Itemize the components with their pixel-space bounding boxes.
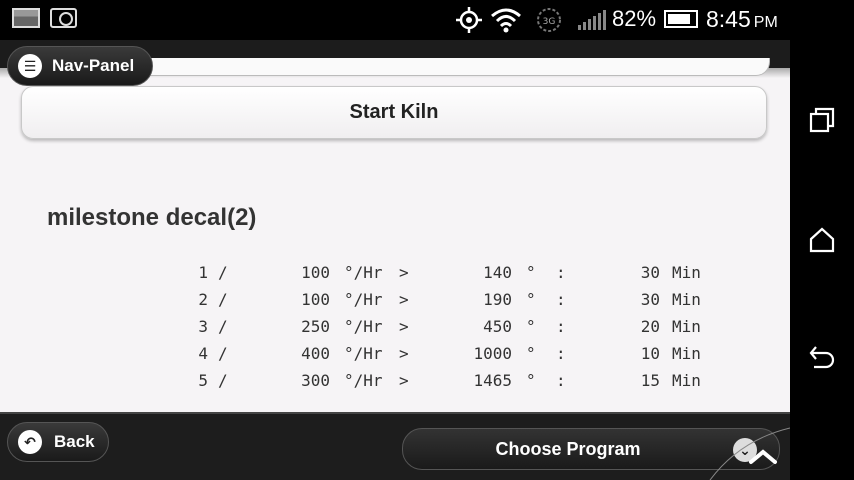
segment-hold: 15 bbox=[640, 371, 660, 390]
segment-rate: 300 bbox=[301, 371, 330, 390]
segment-colon: : bbox=[556, 344, 566, 363]
segment-hold-unit: Min bbox=[672, 290, 701, 309]
segment-rate-unit: °/Hr bbox=[344, 344, 383, 363]
segment-gt: > bbox=[399, 317, 409, 336]
segment-num: 1 bbox=[198, 263, 208, 282]
start-kiln-button[interactable]: Start Kiln bbox=[21, 86, 767, 139]
network-3g-icon: 3G bbox=[537, 8, 561, 32]
segment-deg: ° bbox=[526, 263, 536, 282]
network-label: 3G bbox=[543, 17, 556, 27]
clock-ampm: PM bbox=[753, 14, 778, 31]
segment-temp: 1465 bbox=[473, 371, 512, 390]
camera-icon bbox=[50, 8, 77, 28]
segment-hold-unit: Min bbox=[672, 317, 701, 336]
segment-rate-unit: °/Hr bbox=[344, 371, 383, 390]
menu-icon: ☰ bbox=[18, 54, 42, 78]
segment-gt: > bbox=[399, 263, 409, 282]
status-bar: 3G 82% 8:45 PM bbox=[0, 0, 790, 40]
signal-icon bbox=[578, 10, 606, 30]
battery-icon bbox=[664, 10, 698, 28]
segment-num: 2 bbox=[198, 290, 208, 309]
segment-rate: 100 bbox=[301, 263, 330, 282]
gallery-icon bbox=[12, 8, 40, 28]
recent-apps-icon[interactable] bbox=[808, 106, 836, 134]
segment-colon: : bbox=[556, 263, 566, 282]
gps-icon bbox=[456, 7, 482, 33]
segment-row: 5 / 300 °/Hr >1465 °: 15 Min bbox=[180, 368, 720, 395]
segment-rate-unit: °/Hr bbox=[344, 290, 383, 309]
segment-row: 3 / 250 °/Hr >450 °: 20 Min bbox=[180, 314, 720, 341]
segment-rate-unit: °/Hr bbox=[344, 317, 383, 336]
segment-row: 2 / 100 °/Hr >190 °: 30 Min bbox=[180, 287, 720, 314]
segment-deg: ° bbox=[526, 371, 536, 390]
segment-slash: / bbox=[218, 317, 228, 336]
nav-panel-button[interactable]: ☰ Nav-Panel bbox=[7, 46, 153, 86]
segment-hold: 10 bbox=[640, 344, 660, 363]
start-kiln-label: Start Kiln bbox=[349, 101, 439, 123]
segment-slash: / bbox=[218, 371, 228, 390]
segment-rate: 400 bbox=[301, 344, 330, 363]
choose-program-label: Choose Program bbox=[495, 438, 641, 459]
segment-num: 4 bbox=[198, 344, 208, 363]
segment-temp: 1000 bbox=[473, 344, 512, 363]
segment-slash: / bbox=[218, 290, 228, 309]
segment-row: 4 / 400 °/Hr >1000 °: 10 Min bbox=[180, 341, 720, 368]
segment-rate-unit: °/Hr bbox=[344, 263, 383, 282]
system-nav-bar bbox=[790, 0, 854, 480]
segment-hold-unit: Min bbox=[672, 344, 701, 363]
segment-temp: 140 bbox=[483, 263, 512, 282]
segment-gt: > bbox=[399, 344, 409, 363]
expand-up-icon[interactable] bbox=[745, 440, 781, 470]
segment-hold-unit: Min bbox=[672, 263, 701, 282]
segment-slash: / bbox=[218, 344, 228, 363]
nav-back-icon[interactable] bbox=[808, 344, 836, 372]
segment-temp: 190 bbox=[483, 290, 512, 309]
segment-slash: / bbox=[218, 263, 228, 282]
segment-hold: 30 bbox=[640, 290, 660, 309]
segment-deg: ° bbox=[526, 290, 536, 309]
segment-deg: ° bbox=[526, 317, 536, 336]
segment-temp: 450 bbox=[483, 317, 512, 336]
bottom-bar: ↶ Back Choose Program ⌄ bbox=[0, 412, 790, 480]
segment-rate: 250 bbox=[301, 317, 330, 336]
nav-panel-label: Nav-Panel bbox=[52, 56, 135, 75]
segment-hold: 20 bbox=[640, 317, 660, 336]
back-label: Back bbox=[54, 432, 95, 451]
segment-colon: : bbox=[556, 290, 566, 309]
segment-colon: : bbox=[556, 371, 566, 390]
segment-deg: ° bbox=[526, 344, 536, 363]
segment-num: 3 bbox=[198, 317, 208, 336]
clock: 8:45 PM bbox=[706, 6, 778, 33]
clock-time: 8:45 bbox=[706, 6, 751, 32]
segment-colon: : bbox=[556, 317, 566, 336]
segment-list: 1 / 100 °/Hr >140 °: 30 Min 2 / 100 °/Hr >190 °: 30 Min… bbox=[180, 260, 720, 395]
segment-rate: 100 bbox=[301, 290, 330, 309]
segment-gt: > bbox=[399, 290, 409, 309]
app-content: ☰ Nav-Panel Start Kiln milestone decal(2… bbox=[0, 40, 790, 480]
battery-percent: 82% bbox=[612, 6, 657, 31]
back-arrow-icon: ↶ bbox=[18, 430, 42, 454]
segment-hold: 30 bbox=[640, 263, 660, 282]
segment-gt: > bbox=[399, 371, 409, 390]
wifi-icon bbox=[491, 8, 521, 33]
home-icon[interactable] bbox=[808, 226, 836, 254]
program-title: milestone decal(2) bbox=[47, 204, 257, 231]
segment-row: 1 / 100 °/Hr >140 °: 30 Min bbox=[180, 260, 720, 287]
back-button[interactable]: ↶ Back bbox=[7, 422, 109, 462]
segment-num: 5 bbox=[198, 371, 208, 390]
segment-hold-unit: Min bbox=[672, 371, 701, 390]
